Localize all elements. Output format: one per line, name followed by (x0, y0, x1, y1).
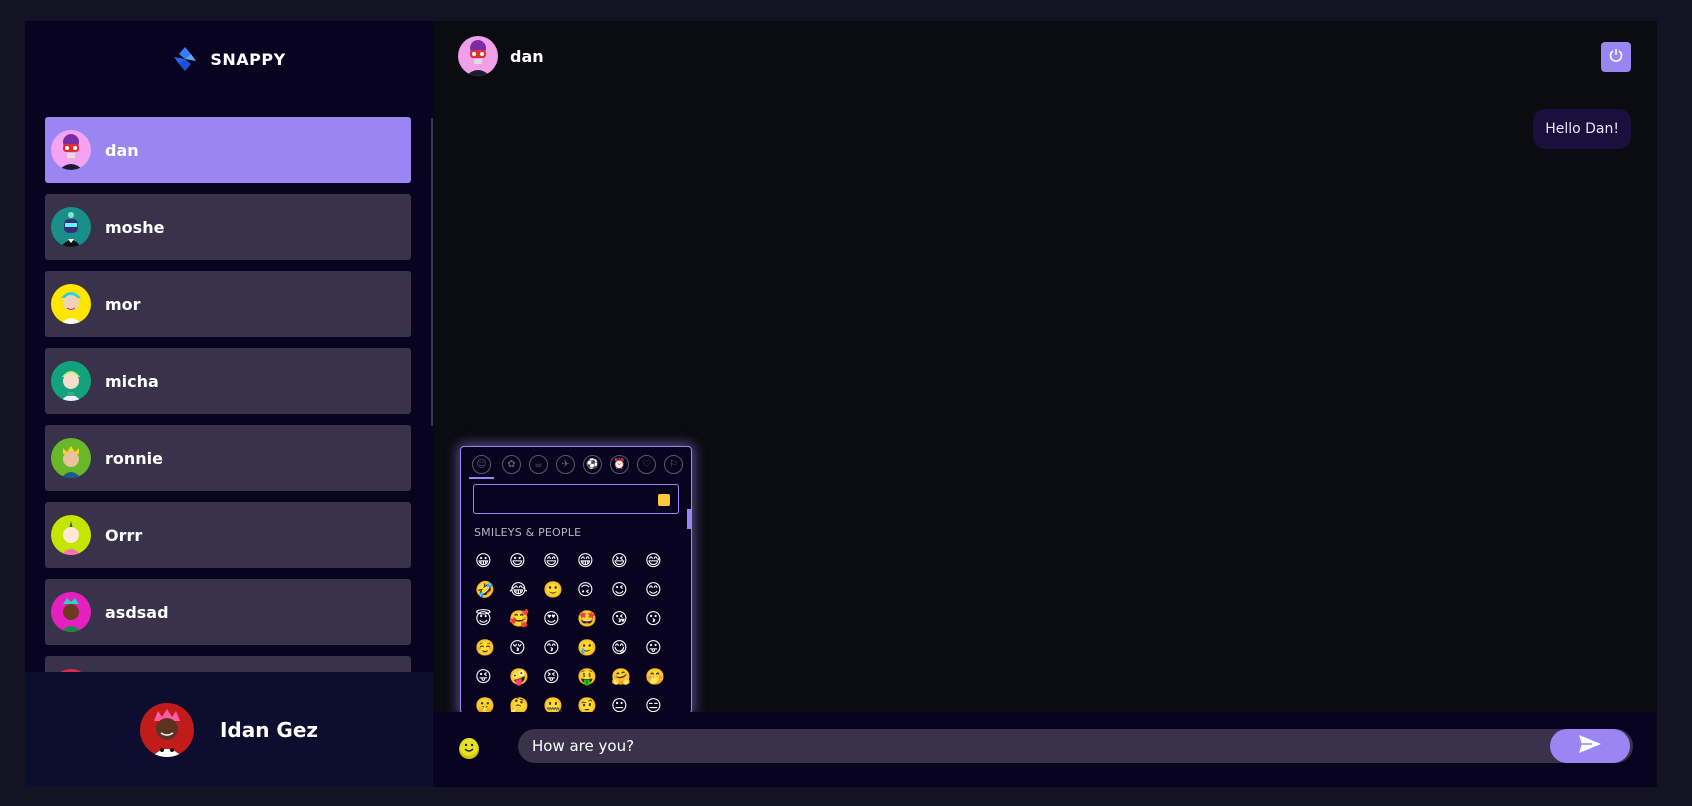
brand: SNAPPY (25, 21, 433, 97)
emoji-option[interactable]: 😊 (645, 578, 679, 601)
smiley-icon (459, 737, 479, 761)
emoji-option[interactable]: 😜 (475, 665, 509, 688)
emoji-option[interactable]: 🤩 (577, 607, 611, 630)
emoji-option[interactable]: 😚 (509, 636, 543, 659)
contact-item[interactable]: micha (45, 348, 411, 414)
contact-name: mor (105, 294, 141, 314)
emoji-option[interactable]: 😉 (611, 578, 645, 601)
emoji-picker-scrollbar[interactable] (687, 509, 691, 529)
emoji-category-bar: ☺ ✿ ☕ ✈ ⚽ ⏰ ♡ ⚐ (461, 447, 691, 479)
emoji-category-flags[interactable]: ⚐ (664, 455, 683, 474)
message-bubble-sent: Hello Dan! (1533, 109, 1631, 149)
emoji-option[interactable]: 🤗 (611, 665, 645, 688)
emoji-option[interactable]: 🤭 (645, 665, 679, 688)
contact-item[interactable]: moshe (45, 194, 411, 260)
emoji-option[interactable]: 😆 (611, 549, 645, 572)
emoji-option[interactable]: 🤣 (475, 578, 509, 601)
message-input[interactable] (532, 729, 1532, 763)
emoji-option[interactable]: 🙂 (543, 578, 577, 601)
contact-item[interactable]: dan (45, 117, 411, 183)
chat-panel: dan Hello Dan! ☺ ✿ ☕ ✈ ⚽ ⏰ ♡ ⚐ SMILEYS &… (433, 21, 1657, 787)
avatar (51, 284, 91, 324)
contact-name: ronnie (105, 448, 163, 468)
emoji-option[interactable]: 😄 (543, 549, 577, 572)
emoji-grid: 😀 😃 😄 😁 😆 😅 🤣 😂 🙂 🙃 😉 😊 😇 🥰 😍 🤩 😘 😗 ☺️ 😚 😙 🥲 😋 😛 😜 🤪 😝 🤑 🤗 🤭 🤫 🤔 🤐 🤨 😐 😑 (475, 549, 691, 713)
snappy-logo-icon (172, 46, 198, 72)
chat-header: dan (433, 21, 1657, 91)
send-button[interactable] (1550, 729, 1630, 763)
contact-name: micha (105, 371, 159, 391)
current-user-avatar (139, 702, 194, 757)
emoji-category-food[interactable]: ☕ (529, 455, 548, 474)
message-input-bar (433, 712, 1657, 787)
emoji-option[interactable]: 🙃 (577, 578, 611, 601)
active-category-indicator (469, 477, 494, 479)
emoji-option[interactable]: 😀 (475, 549, 509, 572)
emoji-option[interactable]: 😘 (611, 607, 645, 630)
emoji-option[interactable]: 🤫 (475, 694, 509, 713)
contacts-sidebar: SNAPPY dan moshe mor micha ronnie Orrr a… (25, 21, 433, 787)
contact-list[interactable]: dan moshe mor micha ronnie Orrr asdsad (25, 97, 433, 693)
chat-app: SNAPPY dan moshe mor micha ronnie Orrr a… (25, 21, 1657, 787)
avatar (51, 438, 91, 478)
emoji-option[interactable]: 😍 (543, 607, 577, 630)
emoji-category-animals[interactable]: ✿ (502, 455, 521, 474)
emoji-option[interactable]: 🤔 (509, 694, 543, 713)
emoji-option[interactable]: 🤨 (577, 694, 611, 713)
chat-contact-name: dan (510, 46, 544, 66)
emoji-option[interactable]: 🤐 (543, 694, 577, 713)
message-input-wrapper (518, 729, 1633, 763)
emoji-option[interactable]: 😅 (645, 549, 679, 572)
avatar (51, 207, 91, 247)
avatar (51, 361, 91, 401)
emoji-option[interactable]: 😁 (577, 549, 611, 572)
power-icon (1608, 47, 1624, 67)
emoji-option[interactable]: 😗 (645, 607, 679, 630)
contact-item[interactable]: mor (45, 271, 411, 337)
emoji-option[interactable]: ☺️ (475, 636, 509, 659)
avatar (51, 592, 91, 632)
emoji-option[interactable]: 🤑 (577, 665, 611, 688)
avatar (51, 515, 91, 555)
emoji-option[interactable]: 😃 (509, 549, 543, 572)
contact-name: dan (105, 140, 139, 160)
emoji-category-symbols[interactable]: ♡ (637, 455, 656, 474)
emoji-option[interactable]: 😙 (543, 636, 577, 659)
emoji-category-travel[interactable]: ✈ (556, 455, 575, 474)
emoji-option[interactable]: 😐 (611, 694, 645, 713)
brand-title: SNAPPY (210, 49, 286, 69)
emoji-category-smileys[interactable]: ☺ (469, 455, 494, 479)
contact-name: Orrr (105, 525, 143, 545)
emoji-section-title: SMILEYS & PEOPLE (474, 526, 582, 539)
current-user-name: Idan Gez (219, 717, 319, 742)
avatar (51, 130, 91, 170)
emoji-option[interactable]: 😛 (645, 636, 679, 659)
emoji-option[interactable]: 🥰 (509, 607, 543, 630)
logout-button[interactable] (1601, 42, 1631, 72)
emoji-search-input[interactable] (473, 484, 679, 514)
contact-item[interactable]: asdsad (45, 579, 411, 645)
emoji-option[interactable]: 😂 (509, 578, 543, 601)
emoji-toggle-button[interactable] (459, 737, 479, 761)
chat-contact-avatar (458, 36, 498, 76)
contact-name: asdsad (105, 602, 169, 622)
contact-item[interactable]: Orrr (45, 502, 411, 568)
smiley-face-icon: ☺ (472, 455, 491, 474)
emoji-option[interactable]: 🥲 (577, 636, 611, 659)
contact-name: moshe (105, 217, 165, 237)
current-user-panel: Idan Gez (25, 672, 433, 787)
send-icon (1578, 734, 1602, 758)
emoji-option[interactable]: 😇 (475, 607, 509, 630)
emoji-option[interactable]: 😝 (543, 665, 577, 688)
search-icon (658, 494, 670, 506)
emoji-option[interactable]: 😑 (645, 694, 679, 713)
emoji-picker[interactable]: ☺ ✿ ☕ ✈ ⚽ ⏰ ♡ ⚐ SMILEYS & PEOPLE 😀 😃 😄 😁 😆 😅 🤣… (460, 446, 692, 714)
emoji-category-activities[interactable]: ⚽ (583, 455, 602, 474)
contact-item[interactable]: ronnie (45, 425, 411, 491)
emoji-option[interactable]: 🤪 (509, 665, 543, 688)
emoji-category-objects[interactable]: ⏰ (610, 455, 629, 474)
emoji-option[interactable]: 😋 (611, 636, 645, 659)
